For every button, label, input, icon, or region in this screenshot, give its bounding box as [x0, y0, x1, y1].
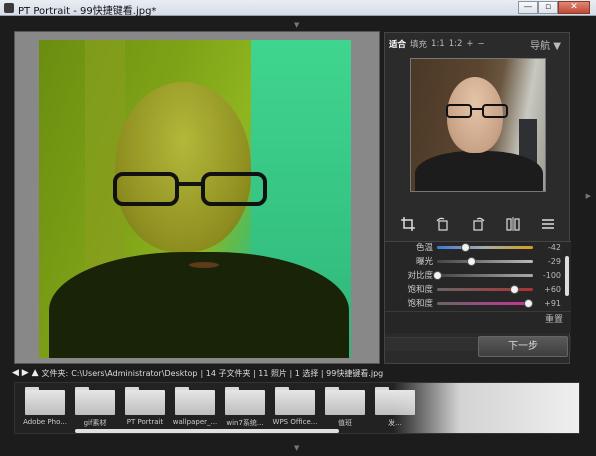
window-title: PT Portrait - 99快捷键看.jpg*: [18, 6, 157, 17]
adjustment-slider[interactable]: [437, 284, 533, 294]
adjustment-value: -100: [542, 270, 561, 280]
folder-label: Adobe Pho...: [23, 418, 67, 426]
filmstrip-scrollbar[interactable]: [75, 429, 339, 433]
folder-label: 值班: [338, 419, 352, 427]
collapse-bottom-icon[interactable]: ▼: [294, 444, 299, 452]
window-controls: — ▫ ✕: [518, 1, 590, 14]
rotate-left-icon[interactable]: [431, 214, 455, 234]
rotate-right-icon[interactable]: [466, 214, 490, 234]
folder-icon: [225, 390, 265, 415]
folder-item[interactable]: win7系统...: [223, 386, 267, 427]
folder-item[interactable]: WPS Office...: [273, 386, 317, 426]
reset-button[interactable]: 重置: [385, 311, 571, 327]
adjustment-label: 色温: [415, 243, 433, 253]
folder-item[interactable]: 值班: [323, 386, 367, 427]
adjustment-row: 对比度 -100: [385, 268, 565, 282]
adjustment-label: 曝光: [415, 257, 433, 267]
navigator-thumbnail[interactable]: [410, 58, 546, 192]
folder-icon: [25, 390, 65, 415]
adjustment-slider[interactable]: [437, 242, 533, 252]
folder-label: WPS Office...: [272, 418, 318, 426]
app-body: ▼ ▶ ▼ 适合 填充 1:1 1:2 + − 导航 ▼ 色温 -42 曝光 -…: [0, 16, 596, 456]
thumb-glasses: [446, 104, 508, 118]
zoom-fill[interactable]: 填充: [410, 38, 427, 50]
slider-knob[interactable]: [460, 242, 470, 252]
folder-icon: [275, 390, 315, 415]
adjustment-value: +91: [544, 298, 561, 308]
adjustment-slider[interactable]: [437, 256, 533, 266]
title-bar: PT Portrait - 99快捷键看.jpg* — ▫ ✕: [0, 0, 596, 17]
path-text[interactable]: C:\Users\Administrator\Desktop: [71, 369, 197, 378]
folder-label: wallpaper_...: [172, 418, 218, 426]
right-panel: 适合 填充 1:1 1:2 + − 导航 ▼ 色温 -42 曝光 -29 对比度…: [384, 32, 571, 364]
adjustment-row: 曝光 -29: [385, 254, 565, 268]
minimize-button[interactable]: —: [518, 1, 538, 14]
folder-nav-icon[interactable]: ◀ ▶ ▲: [12, 368, 39, 378]
slider-knob[interactable]: [509, 284, 519, 294]
close-button[interactable]: ✕: [558, 1, 590, 14]
thumb-subject-body: [415, 151, 543, 191]
folder-item[interactable]: PT Portrait: [123, 386, 167, 426]
tools-row: [385, 211, 571, 237]
adjustment-row: 饱和度 +60: [385, 282, 565, 296]
zoom-fit[interactable]: 适合: [389, 38, 406, 50]
filmstrip-fade: [393, 383, 579, 433]
folder-label: win7系统...: [226, 419, 264, 427]
slider-knob[interactable]: [524, 298, 534, 308]
adjustment-label: 饱和度: [407, 285, 433, 295]
adjustment-row: 饱和度 +91: [385, 296, 565, 310]
navigator-toggle[interactable]: 导航 ▼: [530, 37, 561, 52]
path-info: | 14 子文件夹 | 11 照片 | 1 选择 | 99快捷键看.jpg: [200, 368, 384, 378]
zoom-out-button[interactable]: −: [478, 39, 485, 49]
adjustment-row: 色温 -42: [385, 242, 565, 254]
photo-canvas[interactable]: [14, 31, 380, 364]
path-prefix: 文件夹:: [41, 368, 69, 378]
folder-icon: [75, 390, 115, 415]
adjustment-value: -29: [547, 256, 561, 266]
folder-label: gif素材: [83, 419, 107, 427]
photo-mouth: [189, 262, 219, 268]
lines-icon[interactable]: [536, 214, 560, 234]
folder-item[interactable]: Adobe Pho...: [23, 386, 67, 426]
photo-glasses: [113, 172, 267, 206]
slider-knob[interactable]: [466, 256, 476, 266]
next-step-button[interactable]: 下一步: [478, 336, 568, 357]
maximize-button[interactable]: ▫: [538, 1, 558, 14]
zoom-1-2[interactable]: 1:2: [449, 39, 463, 49]
path-bar: ◀ ▶ ▲ 文件夹: C:\Users\Administrator\Deskto…: [12, 367, 572, 379]
folder-icon: [175, 390, 215, 415]
collapse-top-icon[interactable]: ▼: [294, 21, 299, 29]
app-icon: [4, 3, 14, 13]
zoom-in-button[interactable]: +: [466, 39, 473, 49]
adjustments-scrollbar[interactable]: [565, 256, 569, 296]
folder-icon: [125, 390, 165, 415]
adjustment-slider[interactable]: [433, 270, 533, 280]
adjustment-value: +60: [544, 284, 561, 294]
collapse-right-icon[interactable]: ▶: [586, 192, 591, 200]
folder-icon: [325, 390, 365, 415]
adjustment-slider[interactable]: [437, 298, 534, 308]
folder-item[interactable]: gif素材: [73, 386, 117, 427]
main-photo[interactable]: [39, 40, 351, 358]
folder-label: PT Portrait: [126, 418, 164, 426]
adjustment-value: -42: [547, 242, 561, 252]
slider-knob[interactable]: [433, 270, 442, 280]
photo-subject-head: [115, 82, 251, 252]
flip-icon[interactable]: [501, 214, 525, 234]
adjustment-label: 对比度: [407, 271, 433, 281]
filmstrip: Adobe Pho... gif素材 PT Portrait wallpaper_..…: [14, 382, 580, 434]
zoom-1-1[interactable]: 1:1: [431, 39, 445, 49]
folder-item[interactable]: wallpaper_...: [173, 386, 217, 426]
adjustment-label: 饱和度: [407, 299, 433, 309]
crop-icon[interactable]: [396, 214, 420, 234]
